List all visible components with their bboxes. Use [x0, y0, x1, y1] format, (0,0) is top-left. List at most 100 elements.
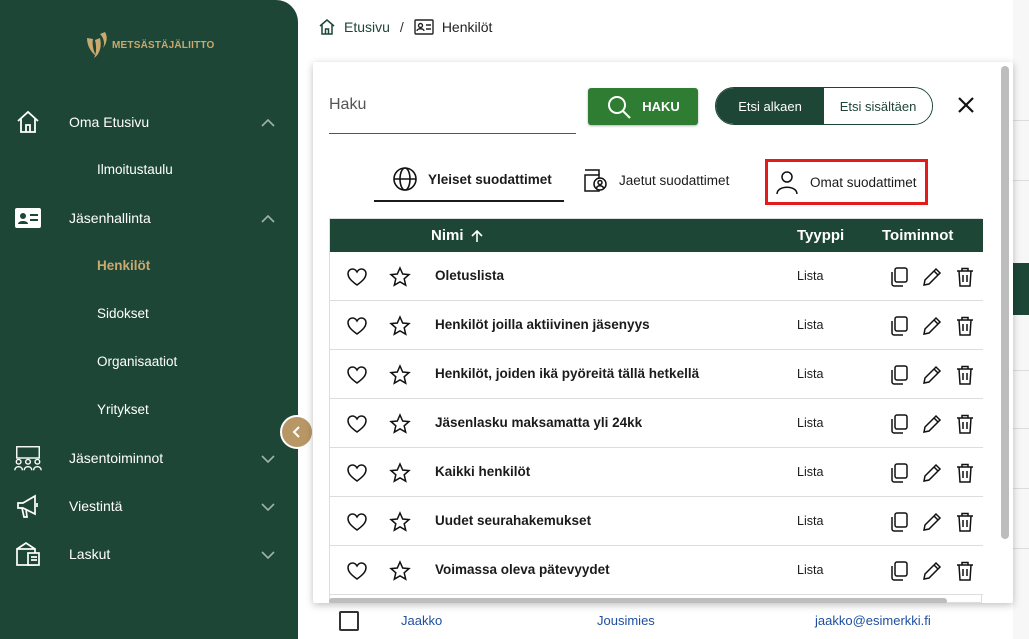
copy-icon[interactable]	[888, 511, 910, 533]
favorite-heart-icon[interactable]	[346, 560, 368, 582]
chevron-left-icon	[292, 426, 300, 438]
filter-name[interactable]: Oletuslista	[435, 268, 504, 283]
delete-icon[interactable]	[954, 560, 976, 582]
delete-icon[interactable]	[954, 266, 976, 288]
delete-icon[interactable]	[954, 364, 976, 386]
horizontal-scrollbar[interactable]	[329, 598, 947, 603]
edit-icon[interactable]	[921, 511, 943, 533]
copy-icon[interactable]	[888, 462, 910, 484]
filter-name[interactable]: Uudet seurahakemukset	[435, 513, 591, 528]
column-header-name[interactable]: Nimi	[431, 227, 484, 244]
filter-name[interactable]: Henkilöt, joiden ikä pyöreitä tällä hetk…	[435, 366, 699, 381]
filter-name[interactable]: Kaikki henkilöt	[435, 464, 530, 479]
edit-icon[interactable]	[921, 560, 943, 582]
copy-icon[interactable]	[888, 364, 910, 386]
filter-type: Lista	[797, 318, 824, 332]
star-icon[interactable]	[389, 315, 411, 337]
delete-icon[interactable]	[954, 413, 976, 435]
logo[interactable]: METSÄSTÄJÄLIITTO	[84, 30, 214, 60]
tab-yleiset-suodattimet[interactable]: Yleiset suodattimet	[374, 158, 564, 202]
search-input[interactable]	[329, 86, 576, 124]
close-icon[interactable]	[956, 95, 976, 115]
favorite-heart-icon[interactable]	[346, 315, 368, 337]
background-page	[1013, 0, 1029, 639]
filter-name[interactable]: Voimassa oleva pätevyydet	[435, 562, 610, 577]
chevron-down-icon[interactable]	[260, 499, 276, 515]
vertical-scrollbar[interactable]	[1001, 66, 1009, 539]
star-icon[interactable]	[389, 560, 411, 582]
sidebar-subitem-yritykset[interactable]: Yritykset	[97, 402, 149, 417]
toggle-option-contains[interactable]: Etsi sisältäen	[824, 88, 932, 124]
star-icon[interactable]	[389, 413, 411, 435]
sidebar-item-oma-etusivu[interactable]: Oma Etusivu	[0, 102, 298, 142]
edit-icon[interactable]	[921, 315, 943, 337]
invoice-icon	[13, 540, 43, 568]
sidebar-subitem-organisaatiot[interactable]: Organisaatiot	[97, 354, 177, 369]
breadcrumb-home-link[interactable]: Etusivu	[344, 19, 390, 35]
chevron-down-icon[interactable]	[260, 451, 276, 467]
delete-icon[interactable]	[954, 462, 976, 484]
table-row[interactable]: Jäsenlasku maksamatta yli 24kk Lista	[330, 399, 983, 448]
sidebar-item-viestinta[interactable]: Viestintä	[0, 486, 298, 526]
chevron-up-icon[interactable]	[260, 115, 276, 131]
star-icon[interactable]	[389, 511, 411, 533]
table-row[interactable]: Uudet seurahakemukset Lista	[330, 497, 983, 546]
sidebar-item-laskut[interactable]: Laskut	[0, 534, 298, 574]
edit-icon[interactable]	[921, 462, 943, 484]
sidebar-item-label: Oma Etusivu	[69, 114, 150, 130]
table-row[interactable]: Voimassa oleva pätevyydet Lista	[330, 546, 983, 595]
favorite-heart-icon[interactable]	[346, 364, 368, 386]
table-row[interactable]: Henkilöt, joiden ikä pyöreitä tällä hetk…	[330, 350, 983, 399]
table-row[interactable]: Henkilöt joilla aktiivinen jäsenyys Lista	[330, 301, 983, 350]
favorite-heart-icon[interactable]	[346, 413, 368, 435]
edit-icon[interactable]	[921, 364, 943, 386]
column-header-actions: Toiminnot	[882, 227, 954, 244]
sidebar-item-jasenhallinta[interactable]: Jäsenhallinta	[0, 198, 298, 238]
sidebar-subitem-ilmoitustaulu[interactable]: Ilmoitustaulu	[97, 162, 173, 177]
star-icon[interactable]	[389, 266, 411, 288]
copy-icon[interactable]	[888, 315, 910, 337]
favorite-heart-icon[interactable]	[346, 462, 368, 484]
search-icon	[608, 95, 631, 119]
filter-name[interactable]: Henkilöt joilla aktiivinen jäsenyys	[435, 317, 650, 332]
star-icon[interactable]	[389, 364, 411, 386]
search-button[interactable]: HAKU	[588, 88, 698, 125]
chevron-down-icon[interactable]	[260, 547, 276, 563]
copy-icon[interactable]	[888, 413, 910, 435]
filter-type: Lista	[797, 269, 824, 283]
breadcrumb: Etusivu / Henkilöt	[318, 18, 492, 36]
delete-icon[interactable]	[954, 315, 976, 337]
sidebar-subitem-sidokset[interactable]: Sidokset	[97, 306, 149, 321]
edit-icon[interactable]	[921, 413, 943, 435]
delete-icon[interactable]	[954, 511, 976, 533]
table-header: Nimi Tyyppi Toiminnot	[330, 219, 983, 252]
toggle-option-starts-with[interactable]: Etsi alkaen	[716, 88, 824, 124]
first-name-cell[interactable]: Jaakko	[401, 613, 442, 628]
table-row[interactable]: Oletuslista Lista	[330, 252, 983, 301]
filter-name[interactable]: Jäsenlasku maksamatta yli 24kk	[435, 415, 642, 430]
favorite-heart-icon[interactable]	[346, 266, 368, 288]
column-header-type[interactable]: Tyyppi	[797, 227, 844, 244]
filter-table: Nimi Tyyppi Toiminnot Oletuslista Lista He…	[329, 218, 983, 603]
sidebar-item-jasentoiminnot[interactable]: Jäsentoiminnot	[0, 438, 298, 478]
id-card-icon	[13, 204, 43, 232]
sort-ascending-icon[interactable]	[470, 229, 484, 243]
sidebar-collapse-button[interactable]	[280, 415, 314, 449]
sidebar-subitem-henkilot[interactable]: Henkilöt	[97, 258, 150, 273]
divider	[1013, 488, 1029, 489]
home-icon[interactable]	[318, 18, 336, 36]
table-row[interactable]: Kaikki henkilöt Lista	[330, 448, 983, 497]
edit-icon[interactable]	[921, 266, 943, 288]
email-cell[interactable]: jaakko@esimerkki.fi	[815, 613, 931, 628]
user-icon	[776, 171, 798, 195]
favorite-heart-icon[interactable]	[346, 511, 368, 533]
last-name-cell[interactable]: Jousimies	[597, 613, 655, 628]
background-table-row[interactable]: Jaakko Jousimies jaakko@esimerkki.fi	[313, 601, 1013, 639]
tab-jaetut-suodattimet[interactable]: Jaetut suodattimet	[581, 158, 729, 202]
star-icon[interactable]	[389, 462, 411, 484]
tab-omat-suodattimet[interactable]: Omat suodattimet	[765, 159, 928, 205]
copy-icon[interactable]	[888, 266, 910, 288]
copy-icon[interactable]	[888, 560, 910, 582]
row-checkbox[interactable]	[339, 611, 359, 631]
chevron-up-icon[interactable]	[260, 211, 276, 227]
